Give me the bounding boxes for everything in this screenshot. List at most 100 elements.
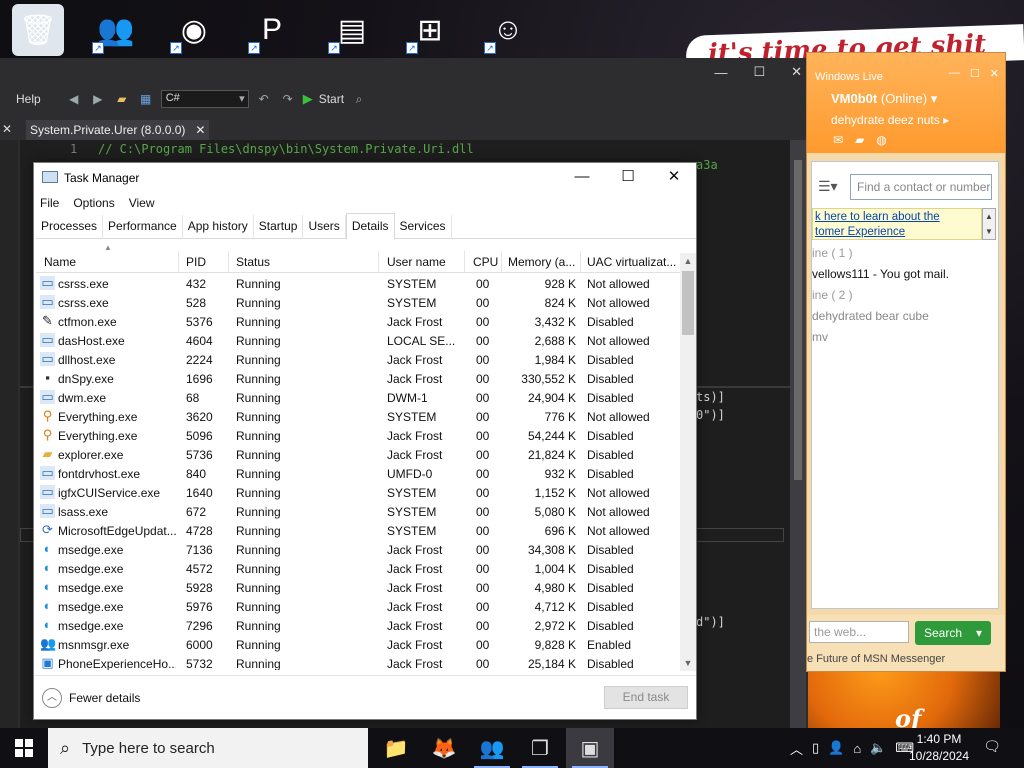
open-folder-icon[interactable]: ▰ <box>113 92 131 106</box>
maximize-button[interactable]: ☐ <box>753 64 765 80</box>
close-button[interactable]: ✕ <box>656 167 692 189</box>
forward-icon[interactable]: ▶ <box>89 92 107 106</box>
close-button[interactable]: ✕ <box>791 64 802 80</box>
table-row[interactable]: ▪ dnSpy.exe 1696 Running Jack Frost 00 330,552… <box>36 369 680 388</box>
tab-performance[interactable]: Performance <box>103 215 183 239</box>
msn-today-icon[interactable]: ◍ <box>876 133 886 147</box>
scrollbar-thumb[interactable] <box>794 160 802 480</box>
editor-scrollbar[interactable] <box>790 140 806 728</box>
recycle-bin-icon[interactable]: 🗑 <box>12 4 64 56</box>
file-explorer-icon[interactable]: 📁 <box>372 728 420 768</box>
search-icon[interactable]: ⌕ <box>350 92 368 107</box>
msn-taskbar-icon[interactable]: 👥 <box>468 728 516 768</box>
firefox-icon[interactable]: 🦊 <box>420 728 468 768</box>
msn-tray-icon[interactable]: 👤 <box>828 740 844 756</box>
table-row[interactable]: ▰ explorer.exe 5736 Running Jack Frost 00 21,8… <box>36 445 680 464</box>
tab-details[interactable]: Details <box>345 213 395 240</box>
menu-options[interactable]: Options <box>73 196 114 210</box>
search-button[interactable]: Search ▾ <box>915 621 991 645</box>
contact-search-input[interactable]: Find a contact or number <box>850 174 992 200</box>
document-tab-close-icon[interactable]: ✕ <box>195 123 205 137</box>
table-row[interactable]: ⟳ MicrosoftEdgeUpdat... 4728 Running SYSTEM 0… <box>36 521 680 540</box>
close-tab-icon[interactable]: ✕ <box>2 122 12 136</box>
menu-view[interactable]: View <box>129 196 155 210</box>
start-icon[interactable]: ▶ <box>303 91 313 107</box>
folder-icon[interactable]: ▰ <box>855 133 864 147</box>
table-row[interactable]: ▭ dwm.exe 68 Running DWM-1 00 24,904 K Disabled <box>36 388 680 407</box>
fewer-details-button[interactable]: ︿ Fewer details <box>42 688 140 708</box>
redo-icon[interactable]: ↷ <box>279 92 297 106</box>
undo-icon[interactable]: ↶ <box>255 92 273 106</box>
group-online-header[interactable]: ine ( 1 ) <box>812 246 853 260</box>
chevron-down-icon[interactable]: ▾ <box>976 626 982 640</box>
contact-item[interactable]: vellows111 - You got mail. <box>812 267 949 281</box>
taskbar-search-box[interactable]: ⌕ Type here to search <box>48 728 368 768</box>
table-row[interactable]: ▭ igfxCUIService.exe 1640 Running SYSTEM 00 1,… <box>36 483 680 502</box>
table-row[interactable]: 👥 msnmsgr.exe 6000 Running Jack Frost 00 9,828… <box>36 635 680 654</box>
document-tab[interactable]: System.Private.Urer (8.0.0.0) ✕ <box>26 120 210 140</box>
chevron-down-icon[interactable]: ▸ <box>943 113 949 127</box>
minimize-button[interactable]: — <box>714 65 727 80</box>
table-row[interactable]: ✎ ctfmon.exe 5376 Running Jack Frost 00 3,432 … <box>36 312 680 331</box>
table-row[interactable]: ▭ fontdrvhost.exe 840 Running UMFD-0 00 932 K D… <box>36 464 680 483</box>
menu-file[interactable]: File <box>40 196 59 210</box>
contact-item[interactable]: mv <box>812 330 828 344</box>
menu-help[interactable]: Help <box>16 92 41 106</box>
language-select[interactable]: C# <box>160 90 249 108</box>
close-button[interactable]: ✕ <box>990 67 999 80</box>
table-row[interactable]: ◐ msedge.exe 7296 Running Jack Frost 00 2,972 … <box>36 616 680 635</box>
scrollbar-thumb[interactable] <box>682 271 694 335</box>
mail-icon[interactable]: ✉ <box>833 133 843 147</box>
table-row[interactable]: ▭ csrss.exe 432 Running SYSTEM 00 928 K Not all… <box>36 274 680 293</box>
taskbar-clock[interactable]: 1:40 PM 10/28/2024 <box>904 731 974 765</box>
tab-services[interactable]: Services <box>395 215 452 239</box>
column-header-status[interactable]: Status <box>236 255 346 269</box>
start-button[interactable] <box>0 728 48 768</box>
group-offline-header[interactable]: ine ( 2 ) <box>812 288 853 302</box>
table-row[interactable]: ◐ msedge.exe 4572 Running Jack Frost 00 1,004 … <box>36 559 680 578</box>
scroll-down-icon[interactable]: ▼ <box>680 655 696 671</box>
tab-app-history[interactable]: App history <box>183 215 254 239</box>
ad-link[interactable]: tomer Experience <box>815 225 979 240</box>
contact-item[interactable]: dehydrated bear cube <box>812 309 929 323</box>
network-icon[interactable]: ⌂ <box>853 741 861 756</box>
task-view-icon[interactable]: ❐ <box>516 728 564 768</box>
column-header-pid[interactable]: PID <box>186 255 230 269</box>
notification-icon[interactable]: 🗨 <box>982 738 1002 756</box>
web-search-input[interactable]: the web... <box>809 621 909 643</box>
start-button[interactable]: Start <box>319 92 344 106</box>
winrar-icon[interactable]: ▤ ↗ <box>326 4 378 56</box>
msn-display-name[interactable]: VM0b0t (Online) ▾ <box>831 91 937 107</box>
column-header-name[interactable]: Name <box>44 255 174 269</box>
column-header-uac[interactable]: UAC virtualizat... <box>587 255 680 269</box>
table-row[interactable]: ⚲ Everything.exe 3620 Running SYSTEM 00 776 K N… <box>36 407 680 426</box>
table-scrollbar[interactable]: ▲ ▼ <box>680 253 696 671</box>
end-task-button[interactable]: End task <box>604 686 688 709</box>
view-options-icon[interactable]: ☰▾ <box>818 178 838 195</box>
tab-startup[interactable]: Startup <box>254 215 304 239</box>
column-header-user[interactable]: User name <box>387 255 463 269</box>
tab-users[interactable]: Users <box>303 215 346 239</box>
table-row[interactable]: ▭ dasHost.exe 4604 Running LOCAL SE... 00 2,68… <box>36 331 680 350</box>
chrome-icon[interactable]: ◉ ↗ <box>168 4 220 56</box>
maximize-button[interactable]: ☐ <box>970 67 980 80</box>
msn-ad-banner[interactable]: k here to learn about the tomer Experien… <box>812 208 982 240</box>
table-row[interactable]: ◐ msedge.exe 5976 Running Jack Frost 00 4,712 … <box>36 597 680 616</box>
table-row[interactable]: ◐ msedge.exe 5928 Running Jack Frost 00 4,980 … <box>36 578 680 597</box>
table-row[interactable]: ◐ msedge.exe 7136 Running Jack Frost 00 34,308… <box>36 540 680 559</box>
column-header-memory[interactable]: Memory (a... <box>508 255 582 269</box>
windows-icon[interactable]: ⊞ ↗ <box>404 4 456 56</box>
ad-scroll-buttons[interactable]: ▲ ▼ <box>982 208 996 240</box>
table-row[interactable]: ▭ dllhost.exe 2224 Running Jack Frost 00 1,984… <box>36 350 680 369</box>
show-hidden-icons-icon[interactable]: ︿ <box>790 739 803 758</box>
character-icon[interactable]: ☺ ↗ <box>482 4 534 56</box>
msn-messenger-icon[interactable]: 👥 ↗ <box>90 4 142 56</box>
minimize-button[interactable]: — <box>949 67 960 80</box>
chevron-down-icon[interactable]: ▾ <box>931 91 938 106</box>
table-row[interactable]: ⚲ Everything.exe 5096 Running Jack Frost 00 54… <box>36 426 680 445</box>
table-row[interactable]: ▣ PhoneExperienceHo... 5732 Running Jack Fro… <box>36 654 680 671</box>
tab-processes[interactable]: Processes <box>36 215 104 239</box>
table-row[interactable]: ▭ lsass.exe 672 Running SYSTEM 00 5,080 K Not a… <box>36 502 680 521</box>
task-manager-taskbar-icon[interactable]: ▣ <box>566 728 614 768</box>
table-row[interactable]: ▭ csrss.exe 528 Running SYSTEM 00 824 K Not all… <box>36 293 680 312</box>
